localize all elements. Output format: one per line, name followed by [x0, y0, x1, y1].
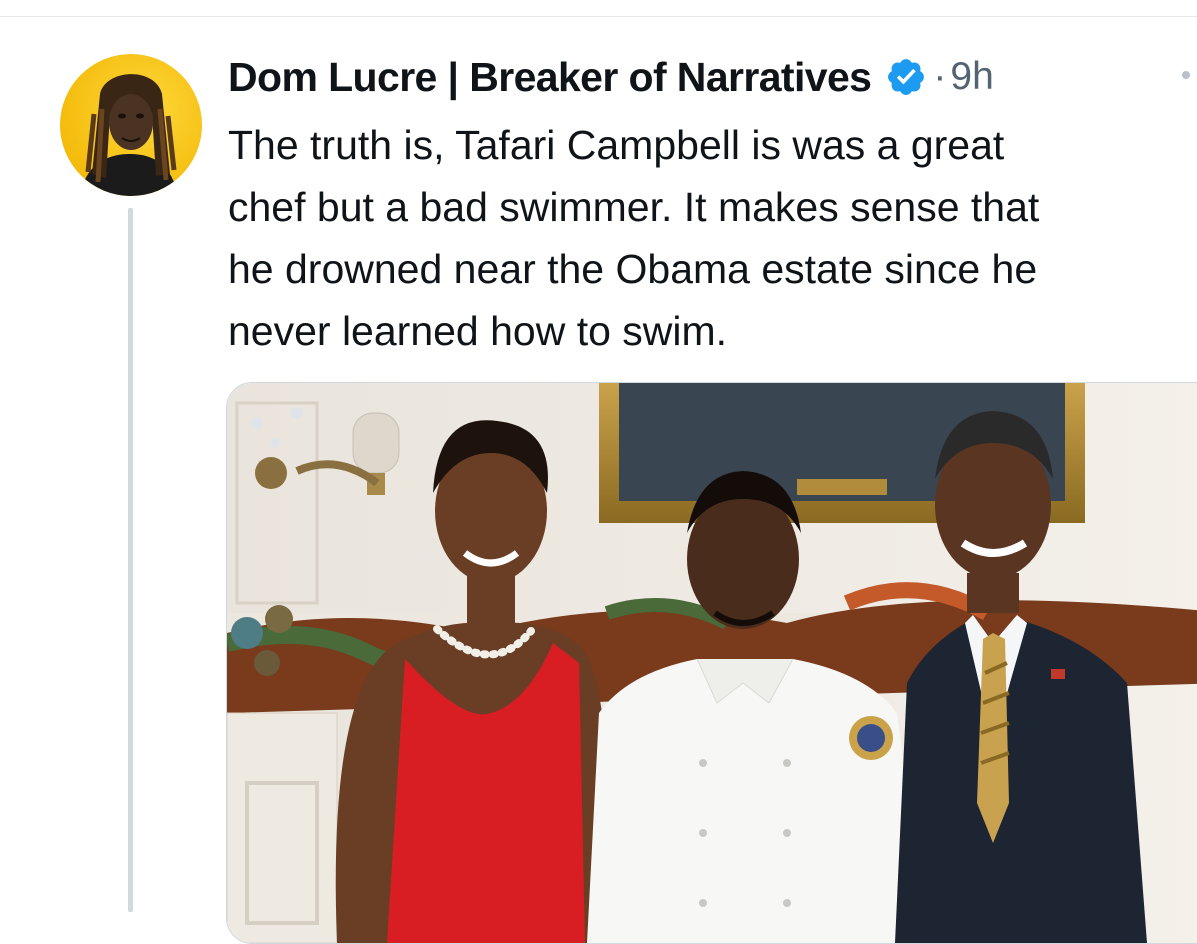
more-options-icon[interactable] [1182, 71, 1190, 79]
avatar-image [60, 54, 202, 196]
author-avatar[interactable] [60, 54, 202, 196]
photo-image [227, 383, 1197, 943]
tweet-text-line: never learned how to swim. [228, 308, 728, 354]
tweet-text-line: chef but a bad swimmer. It makes sense t… [228, 184, 1040, 230]
header-separator: · [933, 55, 947, 98]
tweet-header: Dom Lucre | Breaker of Narratives · 9h [228, 52, 994, 102]
tweet-text-line: he drowned near the Obama estate since h… [228, 246, 1038, 292]
verified-badge-icon [888, 59, 925, 95]
author-name[interactable]: Dom Lucre | Breaker of Narratives [228, 54, 872, 101]
tweet-timestamp[interactable]: 9h [950, 55, 993, 99]
tweet-text-line: The truth is, Tafari Campbell is was a g… [228, 122, 1005, 168]
tweet-media-photo[interactable] [226, 382, 1197, 944]
tweet-text: The truth is, Tafari Campbell is was a g… [228, 114, 1197, 362]
top-divider [0, 16, 1197, 17]
thread-connector-line [128, 208, 133, 912]
